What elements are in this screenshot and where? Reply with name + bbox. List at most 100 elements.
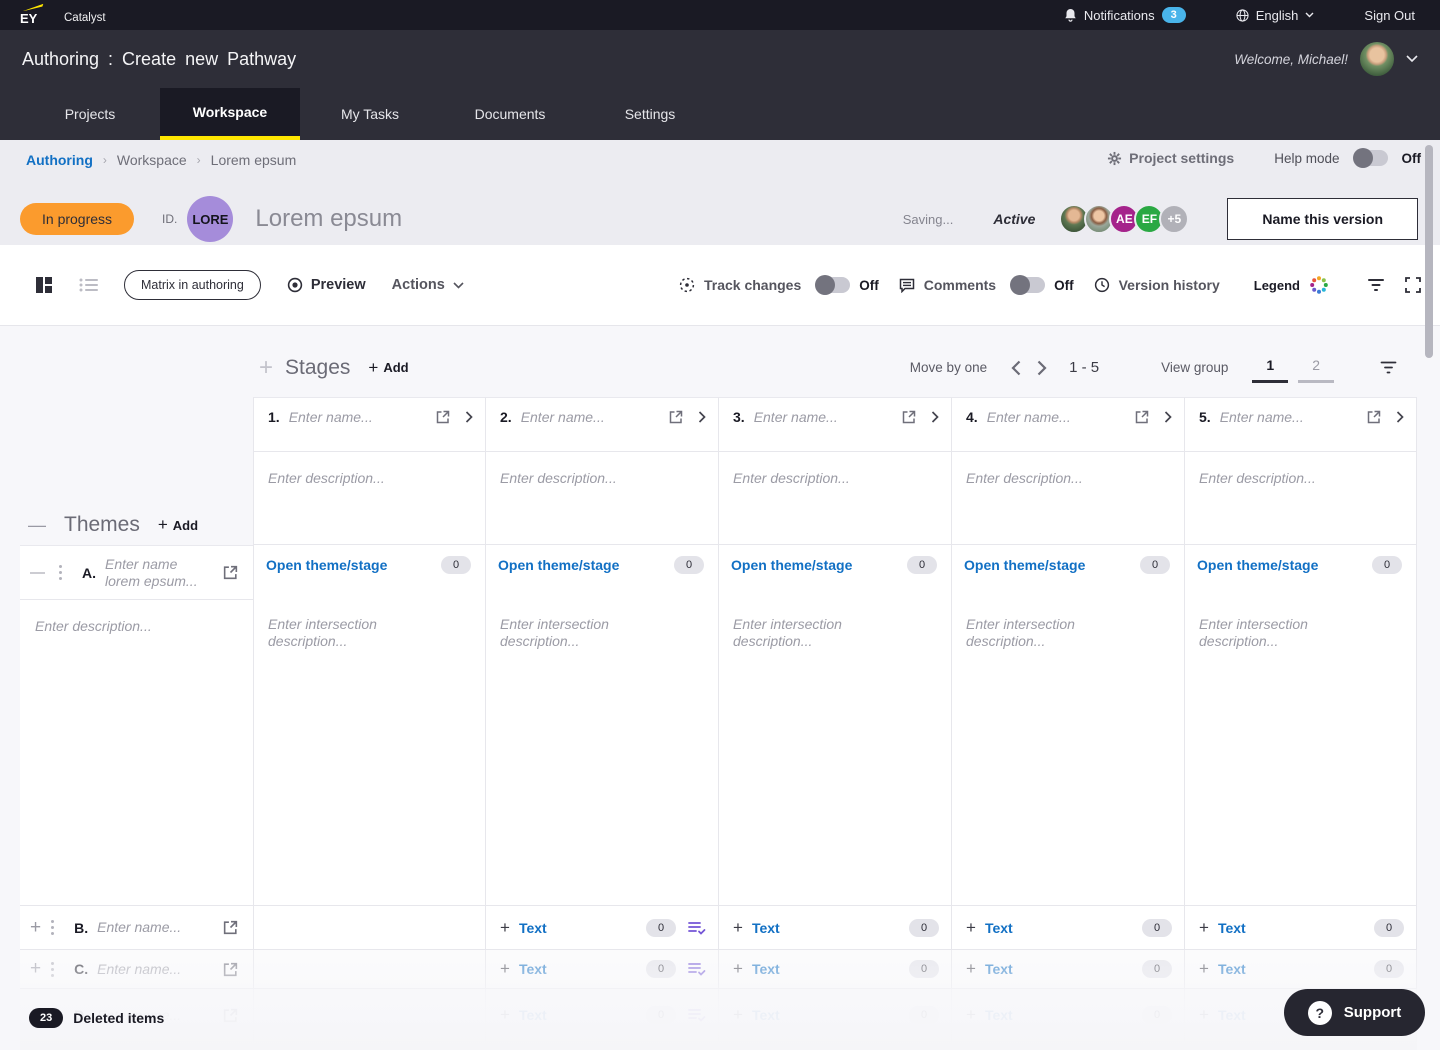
legend-button[interactable]: Legend	[1254, 275, 1329, 295]
drag-handle-icon[interactable]	[51, 920, 55, 935]
open-theme-stage-link[interactable]: Open theme/stage	[498, 557, 619, 573]
open-in-new-icon[interactable]	[668, 409, 684, 425]
plus-icon[interactable]: +	[966, 959, 976, 979]
add-stage-button[interactable]: + Add	[368, 358, 408, 378]
plus-icon[interactable]: +	[733, 918, 743, 938]
plus-icon[interactable]: +	[733, 959, 743, 979]
pathway-title[interactable]: Lorem epsum	[255, 205, 402, 233]
stage-description-field[interactable]: Enter description...	[500, 470, 617, 486]
drag-handle-icon[interactable]	[59, 565, 62, 580]
tab-workspace[interactable]: Workspace	[160, 88, 300, 140]
notifications-count-badge[interactable]: 3	[1161, 7, 1186, 23]
filter-icon[interactable]	[1367, 278, 1385, 292]
stage-name-field[interactable]: Enter name...	[1220, 409, 1366, 425]
chevron-down-icon[interactable]	[1406, 55, 1418, 63]
add-text-link[interactable]: Text	[985, 1007, 1013, 1023]
tab-my-tasks[interactable]: My Tasks	[300, 88, 440, 140]
chevron-right-icon[interactable]	[1396, 411, 1404, 423]
intersection-description-field[interactable]: Enter intersection description...	[952, 574, 1137, 650]
intersection-description-field[interactable]: Enter intersection description...	[486, 574, 671, 650]
intersection-description-field[interactable]: Enter intersection description...	[1185, 574, 1370, 650]
chevron-right-icon[interactable]	[1164, 411, 1172, 423]
stage-name-field[interactable]: Enter name...	[754, 409, 901, 425]
add-text-link[interactable]: Text	[519, 920, 547, 936]
add-text-link[interactable]: Text	[519, 961, 547, 977]
breadcrumb-workspace[interactable]: Workspace	[117, 152, 187, 168]
drag-handle-icon[interactable]	[51, 961, 55, 977]
add-row-icon[interactable]: +	[30, 917, 41, 939]
chevron-right-icon[interactable]	[465, 411, 473, 423]
stage-name-field[interactable]: Enter name...	[521, 409, 668, 425]
checklist-icon[interactable]	[688, 962, 706, 976]
plus-icon[interactable]: +	[966, 918, 976, 938]
sign-out-button[interactable]: Sign Out	[1364, 8, 1415, 23]
add-text-link[interactable]: Text	[752, 961, 780, 977]
open-in-new-icon[interactable]	[1134, 409, 1150, 425]
open-in-new-icon[interactable]	[1366, 409, 1382, 425]
vertical-scrollbar[interactable]	[1425, 145, 1433, 358]
plus-icon[interactable]: +	[500, 959, 510, 979]
add-text-link[interactable]: Text	[1218, 1007, 1246, 1023]
add-text-link[interactable]: Text	[985, 920, 1013, 936]
add-text-link[interactable]: Text	[752, 1007, 780, 1023]
open-theme-stage-link[interactable]: Open theme/stage	[266, 557, 387, 573]
open-theme-stage-link[interactable]: Open theme/stage	[964, 557, 1085, 573]
stage-description-field[interactable]: Enter description...	[966, 470, 1083, 486]
add-text-link[interactable]: Text	[985, 961, 1013, 977]
user-avatar[interactable]	[1360, 42, 1394, 76]
tab-settings[interactable]: Settings	[580, 88, 720, 140]
add-text-link[interactable]: Text	[752, 920, 780, 936]
tab-documents[interactable]: Documents	[440, 88, 580, 140]
open-in-new-icon[interactable]	[222, 961, 239, 978]
themes-collapse-icon[interactable]: —	[28, 515, 46, 536]
breadcrumb-authoring[interactable]: Authoring	[26, 152, 93, 168]
preview-button[interactable]: Preview	[287, 277, 366, 293]
open-in-new-icon[interactable]	[222, 564, 239, 581]
avatar-overflow[interactable]: +5	[1159, 204, 1190, 234]
stage-description-field[interactable]: Enter description...	[1199, 470, 1316, 486]
add-text-link[interactable]: Text	[1218, 961, 1246, 977]
plus-icon[interactable]: +	[1199, 959, 1209, 979]
plus-icon[interactable]: +	[733, 1005, 743, 1025]
notifications-button[interactable]: Notifications 3	[1064, 7, 1186, 23]
name-this-version-button[interactable]: Name this version	[1227, 198, 1418, 240]
plus-icon[interactable]: +	[966, 1005, 976, 1025]
matrix-view-icon[interactable]	[35, 276, 53, 294]
checklist-icon[interactable]	[688, 1008, 706, 1022]
move-right-button[interactable]	[1029, 360, 1055, 376]
move-left-button[interactable]	[1003, 360, 1029, 376]
checklist-icon[interactable]	[688, 921, 706, 935]
stage-description-field[interactable]: Enter description...	[268, 470, 385, 486]
add-theme-button[interactable]: + Add	[158, 515, 198, 535]
matrix-mode-pill[interactable]: Matrix in authoring	[124, 270, 261, 300]
plus-icon[interactable]: +	[1199, 918, 1209, 938]
stage-description-field[interactable]: Enter description...	[733, 470, 850, 486]
language-selector[interactable]: English	[1236, 8, 1315, 23]
stage-name-field[interactable]: Enter name...	[987, 409, 1134, 425]
comments-toggle[interactable]	[1010, 275, 1046, 295]
stage-name-field[interactable]: Enter name...	[289, 409, 435, 425]
stages-filter-icon[interactable]	[1380, 361, 1397, 374]
add-row-icon[interactable]: +	[30, 958, 41, 980]
intersection-description-field[interactable]: Enter intersection description...	[254, 574, 439, 650]
tab-projects[interactable]: Projects	[20, 88, 160, 140]
open-in-new-icon[interactable]	[435, 409, 451, 425]
support-button[interactable]: ? Support	[1284, 989, 1425, 1036]
plus-icon[interactable]: +	[1199, 1005, 1209, 1025]
add-text-link[interactable]: Text	[519, 1007, 547, 1023]
theme-collapse-icon[interactable]: —	[30, 564, 45, 581]
theme-name-field[interactable]: Enter name...	[97, 919, 222, 936]
track-changes-toggle[interactable]	[815, 275, 851, 295]
version-history-button[interactable]: Version history	[1094, 277, 1220, 293]
theme-name-field[interactable]: Enter name...	[97, 961, 222, 978]
chevron-right-icon[interactable]	[931, 411, 939, 423]
theme-description-field[interactable]: Enter description...	[35, 618, 152, 634]
theme-name-field[interactable]: Enter name lorem epsum...	[105, 556, 222, 590]
open-in-new-icon[interactable]	[222, 1007, 239, 1024]
open-theme-stage-link[interactable]: Open theme/stage	[1197, 557, 1318, 573]
open-in-new-icon[interactable]	[901, 409, 917, 425]
actions-menu[interactable]: Actions	[392, 277, 464, 293]
fullscreen-icon[interactable]	[1405, 277, 1421, 293]
open-theme-stage-link[interactable]: Open theme/stage	[731, 557, 852, 573]
view-group-1[interactable]: 1	[1252, 353, 1289, 383]
